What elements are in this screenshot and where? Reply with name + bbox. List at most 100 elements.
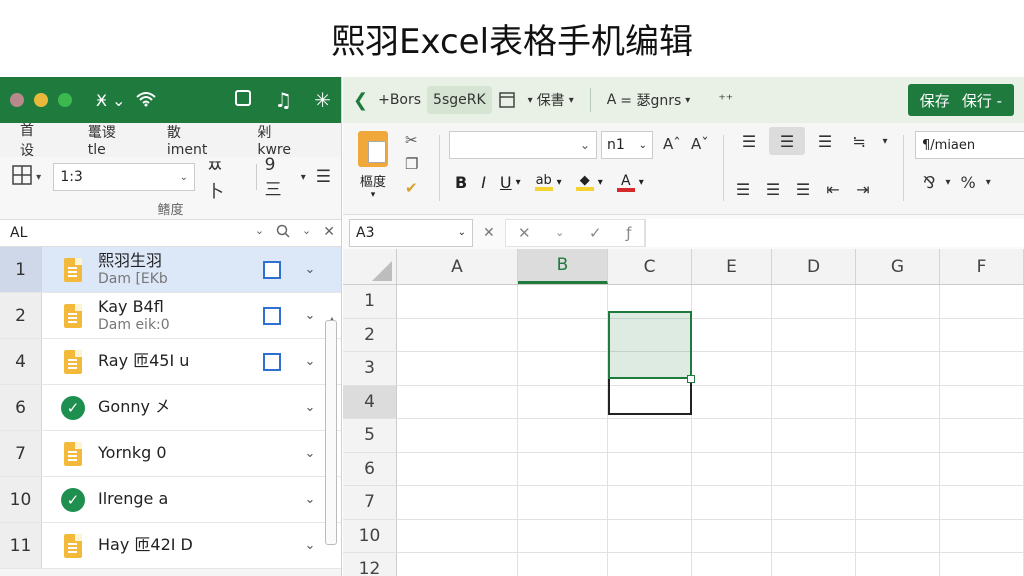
checkbox[interactable] — [263, 352, 281, 371]
minimize-window-button[interactable] — [34, 93, 48, 107]
row-header[interactable]: 5 — [343, 419, 397, 452]
grid-cell[interactable] — [608, 452, 692, 485]
grid-cell[interactable] — [856, 419, 940, 452]
grid-cell[interactable] — [772, 452, 856, 485]
list-item[interactable]: 6 ✓ Gonny 㐅 ⌄ — [0, 385, 341, 431]
chevron-down-icon[interactable]: ▾ — [879, 127, 891, 155]
grid-cell[interactable] — [772, 352, 856, 385]
grid-cell[interactable] — [397, 452, 518, 485]
chevron-down-icon[interactable]: ⌄ — [555, 226, 564, 239]
more-icon[interactable]: ☰ — [316, 167, 331, 187]
grid-cell[interactable] — [856, 553, 940, 576]
column-header[interactable]: A — [397, 249, 518, 284]
back-arrow-icon[interactable]: ❮ — [353, 90, 368, 111]
grid-cell[interactable] — [772, 419, 856, 452]
list-item[interactable]: 10 ✓ Ilrenge a ⌄ — [0, 477, 341, 523]
confirm-icon[interactable]: ✓ — [589, 224, 602, 242]
grid-cell[interactable] — [397, 553, 518, 576]
left-name-box[interactable]: AL ⌄ ⌄ ✕ — [0, 219, 341, 247]
align-bottom-icon[interactable]: ☰ — [811, 127, 839, 155]
grid-cell[interactable] — [397, 352, 518, 385]
row-header[interactable]: 1 — [343, 285, 397, 318]
grid-cell[interactable] — [397, 318, 518, 351]
cell-reference-box[interactable]: A3 ⌄ — [349, 218, 473, 247]
grid-cell[interactable] — [518, 285, 608, 318]
tab-sheet[interactable]: 5sgeRK — [427, 86, 492, 114]
grid-cell[interactable] — [397, 519, 518, 552]
percent-icon[interactable]: % — [961, 173, 976, 192]
copy-icon[interactable]: ❐ — [405, 155, 418, 173]
row-header[interactable]: 7 — [343, 486, 397, 519]
list-item[interactable]: 2 Kay B4fl Dam eik:0 ⌄ — [0, 293, 341, 339]
grid-cell[interactable] — [856, 486, 940, 519]
grid-cell[interactable] — [692, 385, 772, 418]
column-header[interactable]: E — [692, 249, 772, 284]
grid-cell[interactable] — [692, 486, 772, 519]
chevron-down-icon[interactable]: ⌄ — [303, 538, 317, 553]
cancel-edit-icon[interactable]: ✕ — [518, 224, 531, 242]
grid-cell[interactable] — [692, 318, 772, 351]
chevron-down-icon[interactable]: ⌄ — [303, 354, 317, 369]
asterisk-icon[interactable]: ✳ — [314, 88, 331, 112]
selected-range[interactable] — [608, 311, 692, 379]
row-header[interactable]: 12 — [343, 553, 397, 576]
grid-cell[interactable] — [518, 486, 608, 519]
chevron-down-icon[interactable]: ⌄ — [303, 446, 317, 461]
grid-cell[interactable] — [856, 318, 940, 351]
grid-cell[interactable] — [692, 452, 772, 485]
search-icon[interactable] — [276, 224, 290, 242]
column-header[interactable]: B — [518, 249, 608, 284]
chevron-down-icon[interactable]: ⌄ — [303, 262, 317, 277]
paste-button[interactable]: 樞度 ▾ — [353, 131, 393, 200]
grid-cell[interactable] — [856, 385, 940, 418]
row-header[interactable]: 4 — [343, 385, 397, 418]
save-button[interactable]: 保存 保行 - — [907, 84, 1014, 116]
chevron-down-icon[interactable]: ⌄ — [303, 492, 317, 507]
grid-cell[interactable] — [397, 285, 518, 318]
align-middle-icon[interactable]: ☰ — [769, 127, 805, 155]
checkbox[interactable] — [263, 260, 281, 279]
styles-menu[interactable]: A = 瑟gnrs ▾ — [601, 86, 697, 114]
font-family-select[interactable]: ⌄ — [449, 131, 597, 159]
save-menu[interactable]: ▾ 保書 ▾ — [522, 86, 580, 114]
select-all-corner[interactable] — [343, 249, 397, 285]
grid-view-button[interactable]: ▾ — [6, 162, 47, 192]
grid-cell[interactable] — [518, 553, 608, 576]
scrollbar[interactable] — [325, 320, 337, 545]
row-header[interactable]: 2 — [343, 318, 397, 351]
highlight-button[interactable]: ab ▾ — [534, 174, 562, 191]
grid-cell[interactable] — [772, 553, 856, 576]
wrap-text-icon[interactable]: ≒ — [845, 127, 873, 155]
grid-cell[interactable] — [856, 452, 940, 485]
grid-cell[interactable] — [518, 385, 608, 418]
grid-cell[interactable] — [692, 352, 772, 385]
cancel-icon[interactable]: ✕ — [483, 225, 495, 241]
list-item[interactable]: 7 Yornkg 0 ⌄ — [0, 431, 341, 477]
column-header[interactable]: F — [940, 249, 1024, 284]
chevron-down-icon[interactable]: ⌄ — [302, 224, 311, 242]
tab-data[interactable]: 散iment — [167, 122, 208, 158]
grid-cell[interactable] — [608, 553, 692, 576]
chevron-down-icon[interactable]: ⌄ — [303, 400, 317, 415]
bold-button[interactable]: B — [455, 173, 467, 192]
formula-input[interactable] — [644, 218, 1024, 247]
grid-cell[interactable] — [608, 419, 692, 452]
grid-cell[interactable] — [940, 285, 1024, 318]
grid-cell[interactable] — [772, 285, 856, 318]
grid-cell[interactable] — [772, 519, 856, 552]
frame-icon[interactable] — [492, 86, 522, 114]
grid-cell[interactable] — [518, 352, 608, 385]
column-header[interactable]: D — [772, 249, 856, 284]
grid-cell[interactable] — [772, 486, 856, 519]
align-center-icon[interactable]: ☰ — [765, 175, 781, 203]
list-item[interactable]: 4 Ray 匝45I u ⌄ — [0, 339, 341, 385]
list-item[interactable]: 1 熙羽生羽 Dam [EKb ⌄ — [0, 247, 341, 293]
grid-cell[interactable] — [518, 419, 608, 452]
grid-cell[interactable] — [692, 553, 772, 576]
font-color-button[interactable]: A ▾ — [616, 174, 644, 192]
grid-cell[interactable] — [692, 285, 772, 318]
align-left-icon[interactable]: ☰ — [735, 175, 751, 203]
grid-cell[interactable] — [692, 419, 772, 452]
grid-cell[interactable] — [397, 419, 518, 452]
align-top-icon[interactable]: ☰ — [735, 127, 763, 155]
